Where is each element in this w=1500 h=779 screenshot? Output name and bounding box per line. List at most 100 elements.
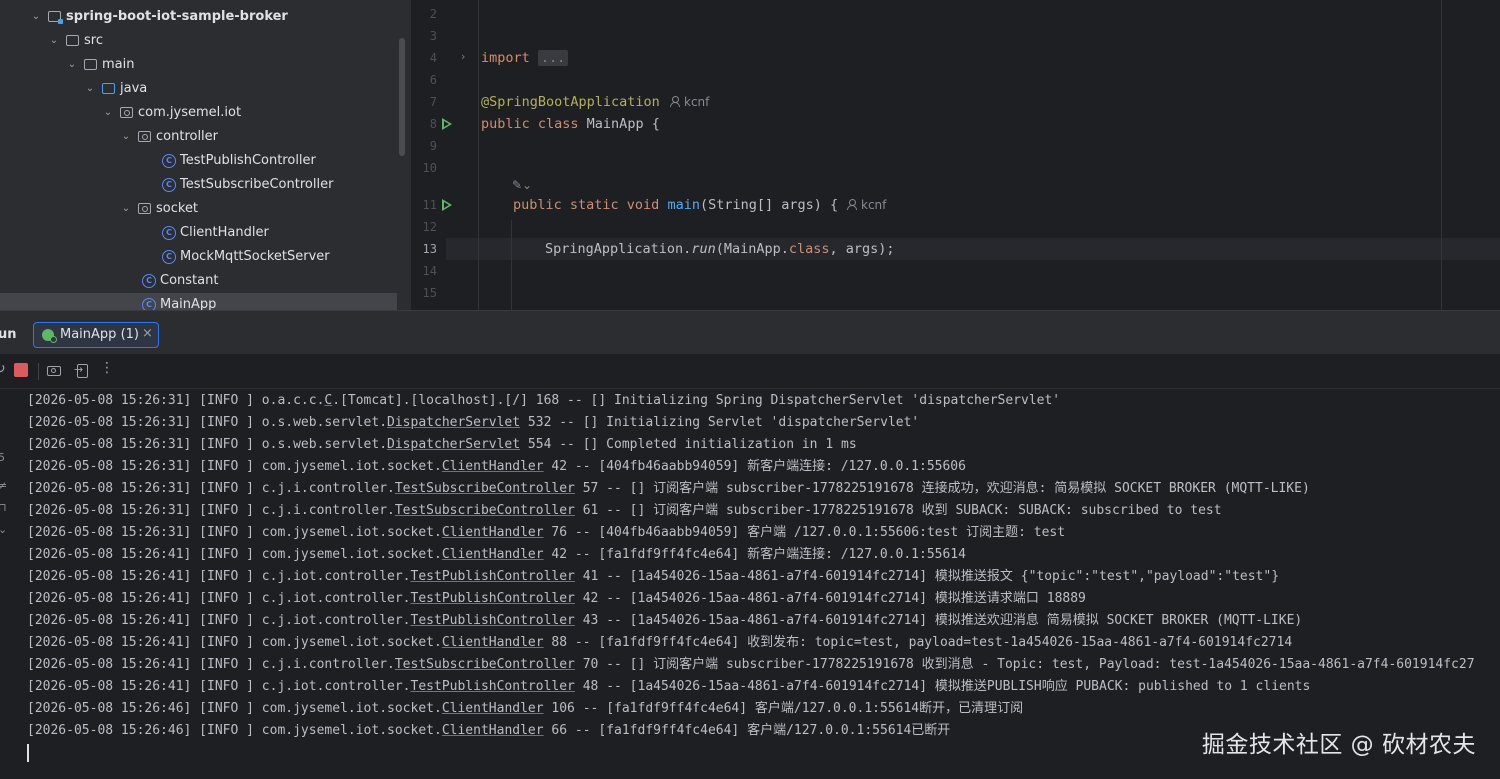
code-line-import: import ... (481, 47, 569, 69)
run-class-icon[interactable] (442, 118, 452, 130)
log-class-link[interactable]: DispatcherServlet (387, 415, 520, 430)
code-line-annotation: @SpringBootApplication (481, 94, 660, 110)
log-class-link[interactable]: ClientHandler (442, 701, 544, 716)
log-prefix: [2026-05-08 15:26:41] [INFO ] com.jyseme… (27, 547, 442, 562)
log-class-link[interactable]: TestPublishController (411, 569, 575, 584)
console-side-mark[interactable]: ⊓ (0, 501, 7, 514)
chevron-down-icon[interactable]: ⌄ (120, 197, 132, 221)
chevron-down-icon[interactable]: ⌄ (30, 5, 42, 29)
log-prefix: [2026-05-08 15:26:41] [INFO ] c.j.iot.co… (27, 591, 411, 606)
tree-item[interactable]: ⌄ com.jysemel.iot (0, 101, 411, 125)
tree-item[interactable]: ⌄ spring-boot-iot-sample-broker (0, 5, 411, 29)
folded-imports[interactable]: ... (537, 50, 569, 66)
tree-item[interactable]: C ClientHandler (0, 221, 411, 245)
log-prefix: [2026-05-08 15:26:31] [INFO ] com.jyseme… (27, 459, 442, 474)
log-class-link[interactable]: DispatcherServlet (387, 437, 520, 452)
log-class-link[interactable]: ClientHandler (442, 547, 544, 562)
tree-item[interactable]: C TestPublishController (0, 149, 411, 173)
log-class-link[interactable]: ClientHandler (442, 723, 544, 738)
module-icon (48, 11, 63, 24)
console-gutter: 5 ≠ ⊓ ⌄ (0, 389, 14, 779)
tree-item[interactable]: ⌄ controller (0, 125, 411, 149)
code-editor[interactable]: 2 3 4 6 7 8 9 10 11 12 13 14 15 › import ... @Spring… (412, 0, 1500, 310)
run-window-header: un (0, 318, 1500, 354)
log-prefix: [2026-05-08 15:26:41] [INFO ] c.j.iot.co… (27, 679, 411, 694)
log-class-link[interactable]: TestSubscribeController (395, 481, 575, 496)
close-icon[interactable]: × (142, 326, 153, 341)
line-number: 13 (422, 242, 437, 256)
author-hint-class[interactable]: kcnf (670, 91, 709, 113)
log-message: 76 -- [404fb46aabb94059] 客户端 /127.0.0.1:… (543, 525, 1066, 540)
tree-item[interactable]: C Constant (0, 269, 411, 293)
tab-mainapp-run[interactable]: MainApp (1) × (33, 322, 159, 348)
log-message: 41 -- [1a454026-15aa-4861-a7f4-601914fc2… (574, 569, 1280, 584)
log-line: [2026-05-08 15:26:41] [INFO ] c.j.i.cont… (27, 654, 1475, 676)
tree-item[interactable]: ⌄ main (0, 53, 411, 77)
log-class-link[interactable]: TestSubscribeController (395, 657, 575, 672)
run-main-icon[interactable] (442, 199, 452, 211)
chevron-down-icon[interactable]: ⌄ (84, 77, 96, 101)
log-line: [2026-05-08 15:26:31] [INFO ] c.j.i.cont… (27, 500, 1222, 522)
log-class-link[interactable]: ClientHandler (442, 525, 544, 540)
tree-item[interactable]: C MockMqttSocketServer (0, 245, 411, 269)
log-prefix: [2026-05-08 15:26:31] [INFO ] com.jyseme… (27, 525, 442, 540)
line-number: 3 (429, 29, 437, 43)
console-caret (27, 744, 29, 762)
line-number: 12 (422, 220, 437, 234)
console-side-mark[interactable]: ≠ (0, 479, 7, 492)
camera-icon[interactable] (46, 362, 64, 380)
line-number: 6 (429, 73, 437, 87)
log-line: [2026-05-08 15:26:31] [INFO ] com.jyseme… (27, 456, 966, 478)
log-line: [2026-05-08 15:26:31] [INFO ] c.j.i.cont… (27, 478, 1310, 500)
class-icon: C (162, 154, 176, 168)
tree-item[interactable]: ⌄ src (0, 29, 411, 53)
stop-button[interactable] (14, 363, 28, 377)
tree-item[interactable]: ⌄ java (0, 77, 411, 101)
console-output[interactable]: 5 ≠ ⊓ ⌄ [2026-05-08 15:26:31] [INFO ] o.a.c… (0, 389, 1500, 779)
log-prefix: [2026-05-08 15:26:41] [INFO ] c.j.iot.co… (27, 613, 411, 628)
chevron-down-icon[interactable]: ⌄ (48, 29, 60, 53)
tree-scrollbar[interactable] (399, 38, 405, 156)
folder-icon (66, 35, 79, 46)
code-line-class-decl: public class MainApp { (481, 116, 660, 132)
log-class-link[interactable]: TestPublishController (411, 679, 575, 694)
log-line: [2026-05-08 15:26:41] [INFO ] c.j.iot.co… (27, 588, 1086, 610)
log-class-link[interactable]: ClientHandler (442, 635, 544, 650)
log-message: 42 -- [404fb46aabb94059] 新客户端连接: /127.0.… (543, 459, 966, 474)
rerun-icon[interactable]: ↻ (0, 361, 12, 379)
log-class-link[interactable]: TestPublishController (411, 591, 575, 606)
more-options-icon[interactable]: ⋮ (100, 360, 114, 378)
log-prefix: [2026-05-08 15:26:41] [INFO ] com.jyseme… (27, 635, 442, 650)
log-message: 66 -- [fa1fdf9ff4fc4e64] 客户端/127.0.0.1:5… (543, 723, 951, 738)
tree-item-label: main (102, 57, 135, 72)
log-line: [2026-05-08 15:26:41] [INFO ] c.j.iot.co… (27, 676, 1310, 698)
person-icon (670, 96, 680, 107)
run-window-title: un (0, 327, 17, 342)
tree-item[interactable]: C MainApp (0, 293, 397, 310)
chevron-down-icon[interactable]: ⌄ (102, 101, 114, 125)
log-class-link[interactable]: ClientHandler (442, 459, 544, 474)
log-prefix: [2026-05-08 15:26:41] [INFO ] c.j.i.cont… (27, 657, 395, 672)
log-line: [2026-05-08 15:26:31] [INFO ] com.jyseme… (27, 522, 1065, 544)
tree-item[interactable]: C TestSubscribeController (0, 173, 411, 197)
log-line: [2026-05-08 15:26:46] [INFO ] com.jyseme… (27, 698, 1023, 720)
log-line: [2026-05-08 15:26:46] [INFO ] com.jyseme… (27, 720, 950, 742)
fold-chevron-icon[interactable]: › (461, 50, 465, 63)
line-number: 10 (422, 161, 437, 175)
log-class-link[interactable]: TestSubscribeController (395, 503, 575, 518)
edit-hint-icon[interactable]: ✎⌄ (512, 178, 532, 192)
console-side-mark[interactable]: ⌄ (0, 523, 7, 536)
tree-item[interactable]: ⌄ socket (0, 197, 411, 221)
chevron-down-icon[interactable]: ⌄ (120, 125, 132, 149)
log-prefix: [2026-05-08 15:26:31] [INFO ] c.j.i.cont… (27, 481, 395, 496)
author-hint-main[interactable]: kcnf (847, 194, 886, 216)
line-number: 11 (422, 198, 437, 212)
exit-icon[interactable]: → (74, 362, 92, 380)
console-side-mark[interactable]: 5 (0, 451, 5, 464)
chevron-down-icon[interactable]: ⌄ (66, 53, 78, 77)
class-icon: C (162, 250, 176, 264)
log-line: [2026-05-08 15:26:41] [INFO ] c.j.iot.co… (27, 566, 1279, 588)
log-message: 106 -- [fa1fdf9ff4fc4e64] 客户端/127.0.0.1:… (543, 701, 1024, 716)
log-class-link[interactable]: TestPublishController (411, 613, 575, 628)
log-message: 43 -- [1a454026-15aa-4861-a7f4-601914fc2… (574, 613, 1303, 628)
